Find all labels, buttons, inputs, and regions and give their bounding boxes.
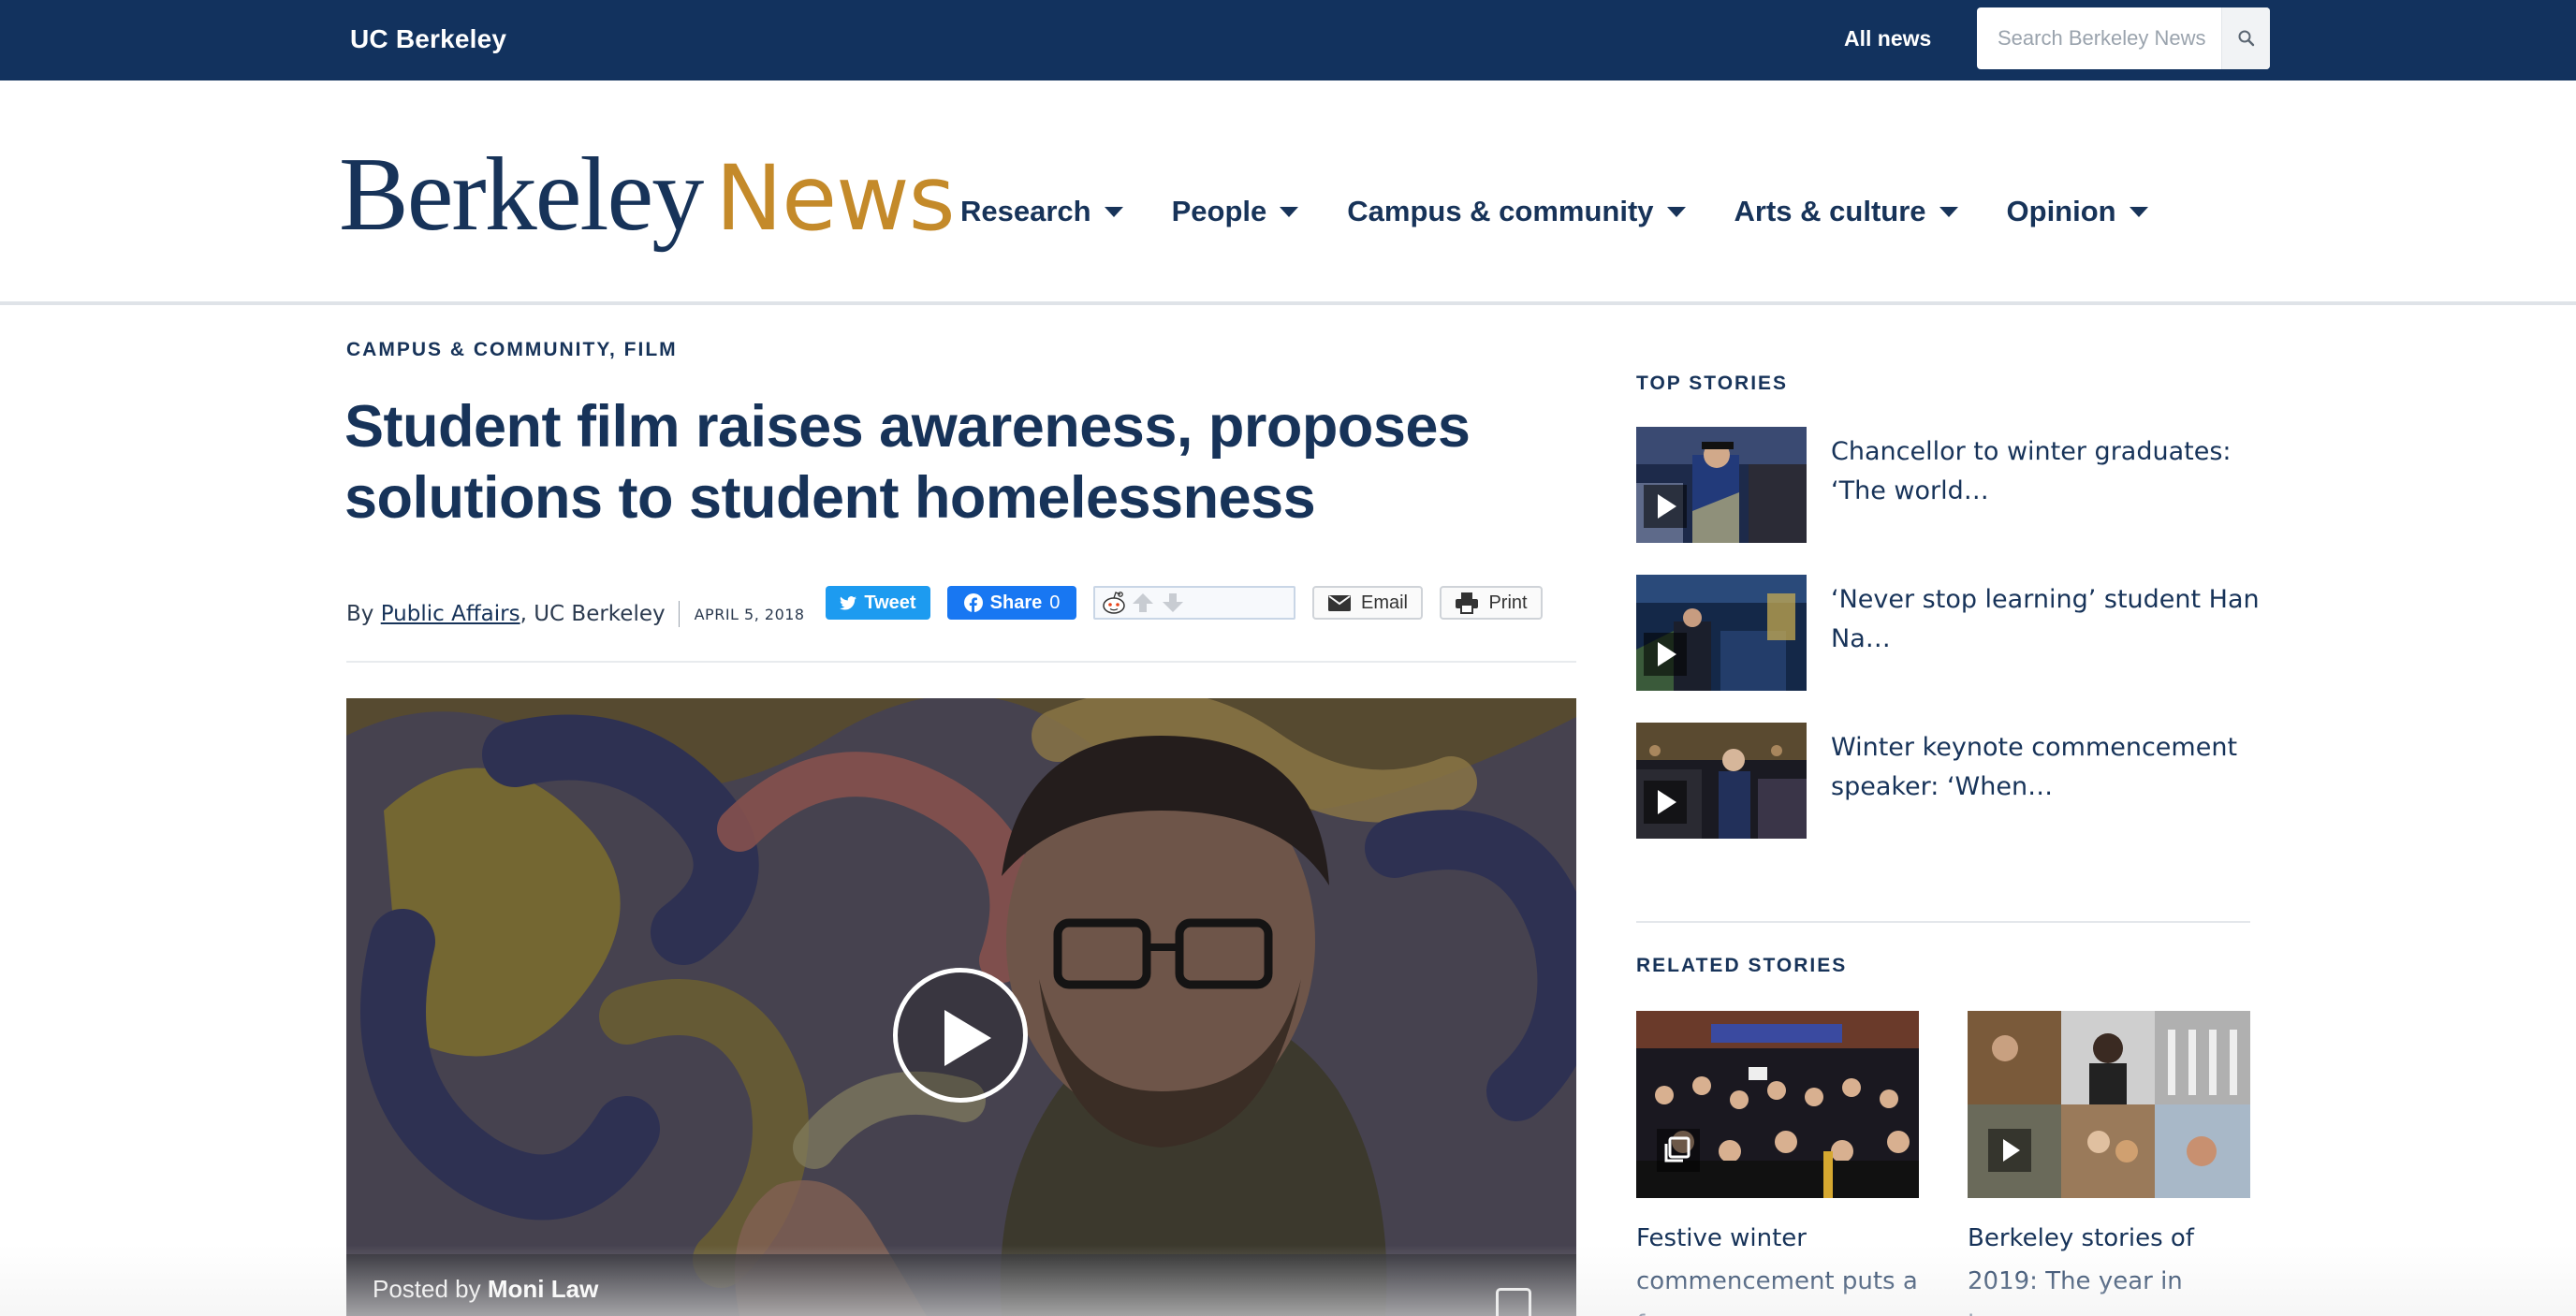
gallery-icon	[1657, 1129, 1700, 1172]
reddit-icon	[1103, 592, 1125, 614]
byline-prefix: By	[346, 602, 374, 626]
caret-down-icon	[2129, 206, 2148, 217]
nav-opinion[interactable]: Opinion	[2007, 195, 2148, 228]
nav-research[interactable]: Research	[960, 195, 1123, 228]
all-news-link[interactable]: All news	[1844, 26, 1931, 51]
search-input[interactable]	[1977, 7, 2222, 69]
play-icon	[1988, 1129, 2031, 1172]
nav-people[interactable]: People	[1172, 195, 1299, 228]
byline-divider	[678, 601, 680, 627]
print-label: Print	[1488, 592, 1528, 613]
top-story-item[interactable]: Winter keynote commencement speaker: ‘Wh…	[1636, 723, 2254, 839]
related-story-title[interactable]: Festive winter commencement puts a fo…	[1636, 1217, 1919, 1316]
top-story-item[interactable]: Chancellor to winter graduates: ‘The wor…	[1636, 427, 2254, 543]
search-box	[1977, 7, 2270, 69]
article-title: Student film raises awareness, proposes …	[344, 394, 1471, 531]
play-icon	[1644, 633, 1687, 676]
article-categories[interactable]: CAMPUS & COMMUNITY, FILM	[346, 339, 678, 361]
envelope-icon	[1327, 595, 1351, 611]
print-button[interactable]: Print	[1440, 586, 1543, 620]
play-button[interactable]	[893, 968, 1028, 1103]
author-org: , UC Berkeley	[520, 602, 666, 626]
facebook-share-count: 0	[1049, 592, 1061, 613]
related-story-title[interactable]: Berkeley stories of 2019: The year in im…	[1968, 1217, 2250, 1316]
related-story-thumbnail[interactable]	[1968, 1011, 2250, 1198]
sidebar-divider	[1636, 921, 2250, 923]
play-icon	[944, 1010, 991, 1066]
nav-campus-community[interactable]: Campus & community	[1347, 195, 1686, 228]
caret-down-icon	[1939, 206, 1958, 217]
posted-by-name[interactable]: Moni Law	[488, 1275, 598, 1303]
top-story-thumbnail[interactable]	[1636, 575, 1807, 691]
downvote-icon[interactable]	[1161, 592, 1185, 614]
caret-down-icon	[1104, 206, 1123, 217]
email-label: Email	[1360, 592, 1408, 613]
uc-berkeley-link[interactable]: UC Berkeley	[350, 24, 506, 54]
top-story-item[interactable]: ‘Never stop learning’ student Han Na…	[1636, 575, 2260, 691]
caret-down-icon	[1280, 206, 1299, 217]
caret-down-icon	[1666, 206, 1686, 217]
nav-label: Opinion	[2006, 195, 2116, 227]
posted-prefix: Posted by	[373, 1275, 481, 1303]
nav-label: Campus & community	[1347, 195, 1654, 227]
top-story-title[interactable]: Winter keynote commencement speaker: ‘Wh…	[1831, 728, 2261, 807]
top-story-title[interactable]: ‘Never stop learning’ student Han Na…	[1831, 580, 2261, 659]
facebook-share-label: Share	[989, 592, 1043, 613]
author-link[interactable]: Public Affairs	[381, 602, 520, 626]
nav-label: Research	[960, 195, 1091, 227]
top-story-thumbnail[interactable]	[1636, 723, 1807, 839]
berkeley-news-logo[interactable]: Berkeley News	[339, 135, 956, 256]
main-nav: Research People Campus & community Arts …	[960, 195, 2197, 228]
tweet-label: Tweet	[864, 592, 916, 613]
top-stories-heading: TOP STORIES	[1636, 373, 1789, 394]
facebook-icon[interactable]	[1496, 1288, 1531, 1316]
related-stories-heading: RELATED STORIES	[1636, 955, 1848, 976]
logo-berkeley: Berkeley	[339, 137, 704, 253]
byline-divider-line	[346, 661, 1576, 663]
publish-date: APRIL 5, 2018	[694, 605, 805, 623]
facebook-share-button[interactable]: Share 0	[947, 586, 1076, 620]
printer-icon	[1456, 592, 1479, 614]
site-header: Berkeley News Research People Campus & co…	[0, 80, 2576, 305]
reddit-vote-widget[interactable]	[1093, 586, 1295, 620]
top-story-thumbnail[interactable]	[1636, 427, 1807, 543]
byline: By Public Affairs, UC Berkeley APRIL 5, …	[346, 601, 805, 627]
nav-label: People	[1171, 195, 1267, 227]
tweet-button[interactable]: Tweet	[826, 586, 930, 620]
nav-label: Arts & culture	[1734, 195, 1926, 227]
top-bar: UC Berkeley All news	[0, 0, 2576, 80]
upvote-icon[interactable]	[1131, 592, 1155, 614]
logo-news: News	[715, 146, 955, 251]
facebook-icon	[963, 593, 983, 612]
play-icon	[1644, 781, 1687, 824]
search-button[interactable]	[2221, 7, 2270, 69]
email-button[interactable]: Email	[1312, 586, 1423, 620]
top-story-title[interactable]: Chancellor to winter graduates: ‘The wor…	[1831, 432, 2261, 511]
posted-by: Posted by Moni Law	[373, 1275, 598, 1304]
nav-arts-culture[interactable]: Arts & culture	[1734, 195, 1958, 228]
play-icon	[1644, 485, 1687, 528]
twitter-icon	[840, 595, 857, 610]
video-player[interactable]: Posted by Moni Law	[346, 698, 1576, 1316]
video-caption-bar: Posted by Moni Law	[346, 1254, 1576, 1316]
related-story-thumbnail[interactable]	[1636, 1011, 1919, 1198]
search-icon	[2238, 30, 2254, 47]
